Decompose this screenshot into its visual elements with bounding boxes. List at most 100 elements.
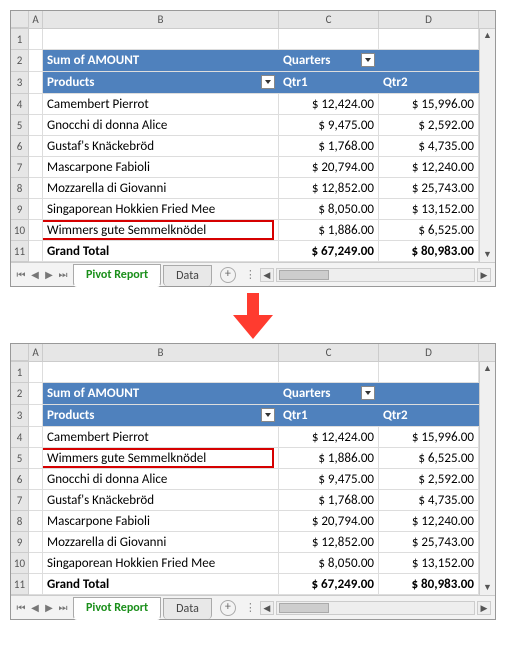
sheet-tab-pivot-report[interactable]: Pivot Report — [73, 597, 161, 620]
col-header-C[interactable]: C — [279, 11, 379, 28]
table-row[interactable]: Mascarpone Fabioli$ 20,794.00$ 12,240.00 — [29, 157, 479, 178]
row-header[interactable]: 3 — [11, 405, 29, 427]
table-row[interactable]: Gustaf's Knäckebröd$ 1,768.00$ 4,735.00 — [29, 136, 479, 157]
scroll-left-icon[interactable]: ◀ — [260, 268, 274, 282]
select-all-corner[interactable] — [11, 344, 29, 361]
grand-total-row[interactable]: Grand Total$ 67,249.00$ 80,983.00 — [29, 574, 479, 595]
sheet-tab-pivot-report[interactable]: Pivot Report — [73, 264, 161, 287]
col-header-A[interactable]: A — [29, 344, 43, 361]
table-row[interactable]: Mascarpone Fabioli$ 20,794.00$ 12,240.00 — [29, 511, 479, 532]
spreadsheet-panel-after: A B C D 1 2 3 4 5 6 7 8 9 10 11 Sum of A… — [10, 343, 496, 620]
row-header[interactable]: 7 — [11, 490, 29, 511]
hscroll-track[interactable] — [276, 601, 475, 615]
row-header[interactable]: 11 — [11, 574, 29, 595]
table-row[interactable]: Camembert Pierrot$ 12,424.00$ 15,996.00 — [29, 427, 479, 448]
hscroll-thumb[interactable] — [279, 270, 329, 280]
row-headers: 1 2 3 4 5 6 7 8 9 10 11 — [11, 362, 29, 595]
scroll-up-icon[interactable]: ▲ — [480, 362, 495, 376]
tab-nav-prev-icon[interactable]: ◀ — [29, 268, 41, 282]
row-header[interactable]: 6 — [11, 469, 29, 490]
tab-nav-first-icon[interactable]: ⏮ — [15, 268, 27, 282]
tab-nav-first-icon[interactable]: ⏮ — [15, 601, 27, 615]
col-header-B[interactable]: B — [43, 344, 279, 361]
col-header-D[interactable]: D — [379, 344, 479, 361]
table-row[interactable]: Mozzarella di Giovanni$ 12,852.00$ 25,74… — [29, 178, 479, 199]
sheet-tab-data[interactable]: Data — [163, 598, 212, 619]
spreadsheet-panel-before: A B C D 1 2 3 4 5 6 7 8 9 10 11 Sum of A… — [10, 10, 496, 287]
add-sheet-button[interactable]: + — [220, 600, 236, 616]
quarters-dropdown-icon[interactable] — [361, 386, 375, 400]
col-header-B[interactable]: B — [43, 11, 279, 28]
table-row[interactable]: Mozzarella di Giovanni$ 12,852.00$ 25,74… — [29, 532, 479, 553]
row-header[interactable]: 7 — [11, 157, 29, 178]
scroll-right-icon[interactable]: ▶ — [477, 601, 491, 615]
row-header[interactable]: 5 — [11, 448, 29, 469]
sheet-tab-data[interactable]: Data — [163, 265, 212, 286]
tab-splitter[interactable]: ⋮ — [242, 268, 260, 281]
select-all-corner[interactable] — [11, 11, 29, 28]
table-row[interactable]: Wimmers gute Semmelknödel$ 1,886.00$ 6,5… — [29, 448, 479, 469]
row-header[interactable]: 10 — [11, 220, 29, 241]
col-header-C[interactable]: C — [279, 344, 379, 361]
add-sheet-button[interactable]: + — [220, 267, 236, 283]
row-header[interactable]: 1 — [11, 362, 29, 383]
col-header-A[interactable]: A — [29, 11, 43, 28]
tab-nav-last-icon[interactable]: ⏭ — [57, 601, 69, 615]
table-row[interactable]: Wimmers gute Semmelknödel$ 1,886.00$ 6,5… — [29, 220, 479, 241]
products-dropdown-icon[interactable] — [261, 408, 275, 422]
row-header[interactable]: 2 — [11, 383, 29, 405]
pivot-measure-label: Sum of AMOUNT — [43, 383, 279, 404]
quarters-dropdown-icon[interactable] — [361, 53, 375, 67]
row-header[interactable]: 8 — [11, 178, 29, 199]
row-header[interactable]: 4 — [11, 427, 29, 448]
horizontal-scrollbar[interactable]: ◀ ▶ — [260, 601, 495, 615]
col-qtr1: Qtr1 — [279, 72, 379, 93]
row-header[interactable]: 5 — [11, 115, 29, 136]
row-header[interactable]: 2 — [11, 50, 29, 72]
grand-total-row[interactable]: Grand Total$ 67,249.00$ 80,983.00 — [29, 241, 479, 262]
col-header-D[interactable]: D — [379, 11, 479, 28]
tab-nav-next-icon[interactable]: ▶ — [43, 268, 55, 282]
scroll-left-icon[interactable]: ◀ — [260, 601, 274, 615]
products-dropdown-icon[interactable] — [261, 75, 275, 89]
tab-nav-next-icon[interactable]: ▶ — [43, 601, 55, 615]
row-header[interactable]: 8 — [11, 511, 29, 532]
col-qtr2: Qtr2 — [379, 72, 479, 93]
scroll-down-icon[interactable]: ▼ — [480, 581, 495, 595]
tab-nav-prev-icon[interactable]: ◀ — [29, 601, 41, 615]
row-header[interactable]: 9 — [11, 199, 29, 220]
grid-body: Sum of AMOUNT Quarters Products Qtr1 Qtr… — [29, 362, 479, 595]
row-header[interactable]: 3 — [11, 72, 29, 94]
table-row[interactable]: Gnocchi di donna Alice$ 9,475.00$ 2,592.… — [29, 115, 479, 136]
row-header[interactable]: 4 — [11, 94, 29, 115]
pivot-row-field: Products — [47, 72, 94, 93]
column-headers: A B C D — [11, 344, 495, 362]
tab-splitter[interactable]: ⋮ — [242, 601, 260, 614]
scroll-up-icon[interactable]: ▲ — [480, 29, 495, 43]
row-header[interactable]: 1 — [11, 29, 29, 50]
vertical-scrollbar[interactable]: ▲ ▼ — [479, 362, 495, 595]
row-headers: 1 2 3 4 5 6 7 8 9 10 11 — [11, 29, 29, 262]
column-headers: A B C D — [11, 11, 495, 29]
table-row[interactable]: Gustaf's Knäckebröd$ 1,768.00$ 4,735.00 — [29, 490, 479, 511]
horizontal-scrollbar[interactable]: ◀ ▶ — [260, 268, 495, 282]
table-row[interactable]: Singaporean Hokkien Fried Mee$ 8,050.00$… — [29, 553, 479, 574]
row-header[interactable]: 6 — [11, 136, 29, 157]
hscroll-track[interactable] — [276, 268, 475, 282]
highlighted-row: Wimmers gute Semmelknödel — [43, 220, 279, 240]
transition-arrow-icon — [10, 287, 496, 343]
row-header[interactable]: 11 — [11, 241, 29, 262]
table-row[interactable]: Camembert Pierrot$ 12,424.00$ 15,996.00 — [29, 94, 479, 115]
hscroll-thumb[interactable] — [279, 603, 329, 613]
vertical-scrollbar[interactable]: ▲ ▼ — [479, 29, 495, 262]
table-row[interactable]: Gnocchi di donna Alice$ 9,475.00$ 2,592.… — [29, 469, 479, 490]
table-row[interactable]: Singaporean Hokkien Fried Mee$ 8,050.00$… — [29, 199, 479, 220]
col-qtr1: Qtr1 — [279, 405, 379, 426]
col-qtr2: Qtr2 — [379, 405, 479, 426]
row-header[interactable]: 10 — [11, 553, 29, 574]
tab-nav-last-icon[interactable]: ⏭ — [57, 268, 69, 282]
row-header[interactable]: 9 — [11, 532, 29, 553]
pivot-row-field: Products — [47, 405, 94, 426]
scroll-down-icon[interactable]: ▼ — [480, 248, 495, 262]
scroll-right-icon[interactable]: ▶ — [477, 268, 491, 282]
